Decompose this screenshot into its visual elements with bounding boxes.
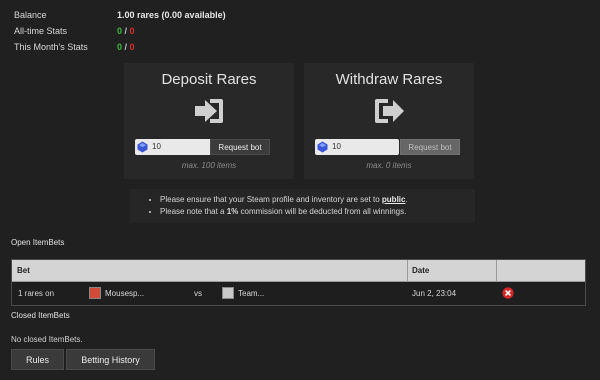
deposit-request-bot-button[interactable]: Request bot	[210, 139, 270, 155]
withdraw-amount-input[interactable]: 10	[315, 139, 399, 155]
notice-text: .	[405, 195, 408, 204]
notice-text: commission will be deducted from all win…	[238, 207, 407, 216]
column-divider	[496, 260, 497, 281]
vs-label: vs	[194, 289, 202, 298]
alltime-stats-row: All-time Stats 0 / 0	[14, 23, 314, 39]
column-divider	[407, 260, 408, 281]
month-separator: /	[122, 42, 130, 52]
notice-item-public: Please ensure that your Steam profile an…	[160, 194, 408, 206]
notice-list: Please ensure that your Steam profile an…	[130, 194, 408, 218]
deposit-amount-input[interactable]: 10	[135, 139, 219, 155]
column-header-bet[interactable]: Bet	[17, 260, 30, 281]
balance-label: Balance	[14, 10, 47, 20]
sign-in-icon	[195, 99, 223, 123]
month-losses: 0	[129, 42, 135, 52]
notice-box: Please ensure that your Steam profile an…	[130, 189, 475, 223]
team2-avatar	[222, 287, 234, 299]
alltime-separator: /	[122, 26, 130, 36]
notice-item-commission: Please note that a 1% commission will be…	[160, 206, 408, 218]
cancel-bet-icon[interactable]	[502, 287, 514, 299]
column-header-date[interactable]: Date	[412, 260, 429, 281]
withdraw-panel: Withdraw Rares 10 Request bot max. 0 ite…	[304, 63, 474, 179]
alltime-stats-value: 0 / 0	[117, 23, 135, 39]
sign-out-icon	[375, 99, 404, 123]
stats-panel: Balance 1.00 rares (0.00 available) All-…	[14, 7, 314, 55]
month-stats-value: 0 / 0	[117, 39, 135, 55]
team1-name[interactable]: Mousesp...	[105, 282, 144, 305]
deposit-panel: Deposit Rares 10 Request bot max. 100 it…	[124, 63, 294, 179]
withdraw-request-bot-button[interactable]: Request bot	[400, 139, 460, 155]
balance-row: Balance 1.00 rares (0.00 available)	[14, 7, 314, 23]
team2-name[interactable]: Team...	[238, 282, 264, 305]
withdraw-max-note: max. 0 items	[366, 161, 412, 170]
rare-gem-icon	[137, 141, 148, 153]
notice-text: Please ensure that your Steam profile an…	[160, 195, 382, 204]
table-row[interactable]: 1 rares on Mousesp... vs Team... Jun 2, …	[12, 282, 585, 305]
betting-history-button[interactable]: Betting History	[66, 349, 155, 370]
closed-bets-empty-text: No closed ItemBets.	[11, 335, 83, 344]
rules-button[interactable]: Rules	[11, 349, 64, 370]
alltime-stats-label: All-time Stats	[14, 26, 68, 36]
closed-bets-title: Closed ItemBets	[11, 311, 70, 320]
team1-avatar	[89, 287, 101, 299]
month-stats-label: This Month's Stats	[14, 42, 88, 52]
open-bets-title: Open ItemBets	[11, 238, 65, 247]
commission-percent: 1%	[226, 207, 239, 216]
month-stats-row: This Month's Stats 0 / 0	[14, 39, 314, 55]
open-bets-table: Bet Date 1 rares on Mousesp... vs Team..…	[11, 259, 586, 306]
withdraw-title: Withdraw Rares	[335, 71, 443, 88]
bet-amount: 1 rares on	[18, 289, 55, 298]
rare-gem-icon	[317, 141, 328, 153]
public-link[interactable]: public	[382, 195, 406, 204]
bet-date: Jun 2, 23:04	[412, 289, 457, 298]
balance-value: 1.00 rares (0.00 available)	[117, 10, 226, 20]
table-header: Bet Date	[12, 260, 585, 282]
alltime-losses: 0	[129, 26, 135, 36]
deposit-max-note: max. 100 items	[181, 161, 237, 170]
deposit-amount-value: 10	[152, 142, 161, 151]
notice-text: Please note that a	[160, 207, 227, 216]
deposit-title: Deposit Rares	[161, 71, 257, 88]
withdraw-amount-value: 10	[332, 142, 341, 151]
